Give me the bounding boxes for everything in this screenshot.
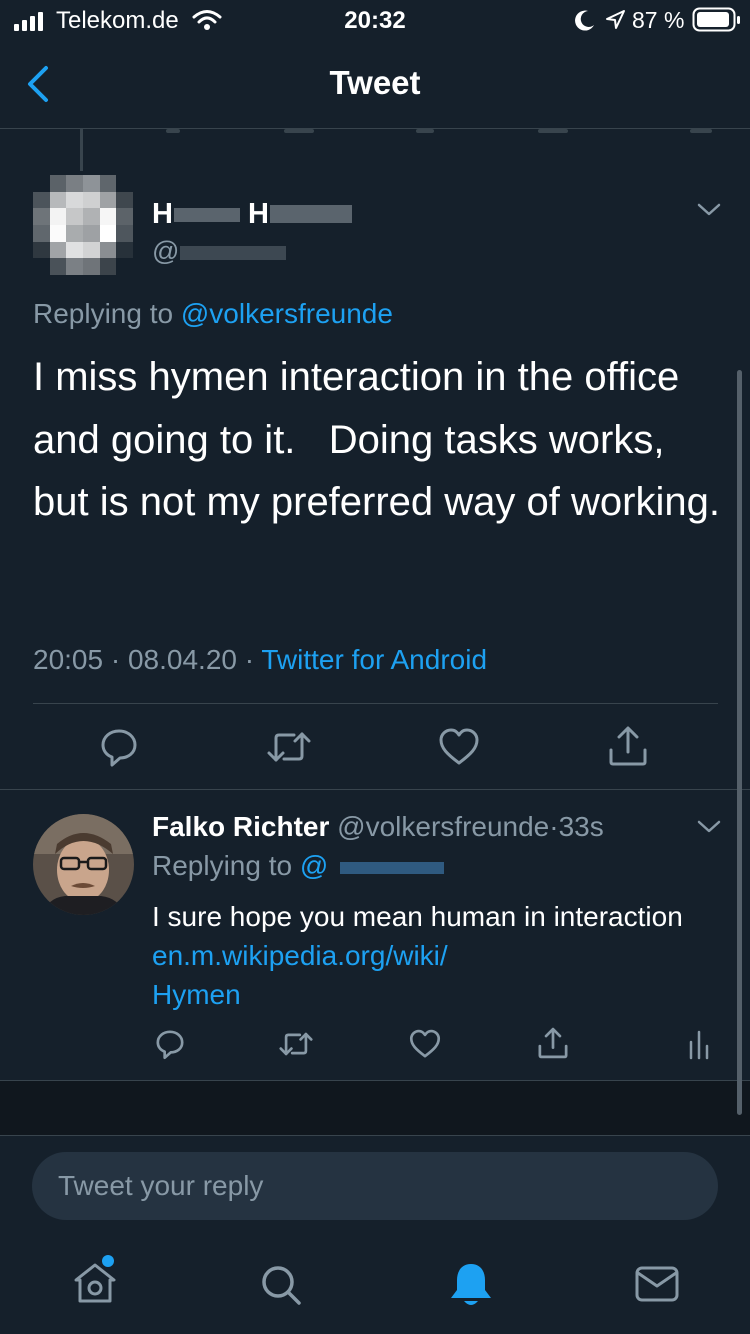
reply-header: Falko Richter @volkersfreunde·33s — [152, 811, 604, 843]
nav-divider — [0, 128, 750, 129]
meta-separator: · — [110, 644, 121, 675]
tweet-text: I miss hymen interaction in the office a… — [33, 355, 720, 524]
redacted-reply-handle — [340, 862, 444, 874]
author-name-initial-1[interactable]: H — [152, 198, 173, 231]
reply-link-1[interactable]: en.m.wikipedia.org/wiki/ — [152, 940, 448, 971]
analytics-icon[interactable] — [688, 1030, 712, 1060]
home-icon[interactable] — [70, 1258, 120, 1308]
tweet-meta: 20:05 · 08.04.20 · Twitter for Android — [33, 644, 487, 676]
search-icon[interactable] — [258, 1262, 304, 1308]
reply-action-like-icon[interactable] — [408, 1028, 442, 1060]
redacted-handle — [180, 246, 286, 260]
reply-author-handle[interactable]: @volkersfreunde — [337, 811, 549, 842]
tweet-date: 08.04.20 — [127, 644, 237, 675]
reply-action-retweet-icon[interactable] — [278, 1028, 314, 1060]
status-bar: Telekom.de 20:32 87 % — [0, 0, 750, 42]
replying-to-label: Replying to — [33, 298, 174, 329]
reply-body: I sure hope you mean human in interactio… — [152, 901, 683, 932]
tweet-client-link[interactable]: Twitter for Android — [261, 644, 487, 675]
author-handle-prefix[interactable]: @ — [152, 236, 179, 267]
replying-to: Replying to @volkersfreunde — [33, 298, 393, 330]
retweet-icon[interactable] — [266, 726, 312, 768]
page-title: Tweet — [329, 64, 421, 101]
home-notification-dot — [102, 1255, 114, 1267]
share-icon[interactable] — [606, 724, 650, 768]
chevron-down-icon[interactable] — [696, 200, 722, 220]
messages-icon[interactable] — [634, 1264, 680, 1304]
list-end-spacer — [0, 1081, 750, 1135]
battery-percent: 87 % — [632, 7, 685, 33]
composer-divider — [0, 1135, 750, 1136]
reply-avatar[interactable] — [33, 814, 134, 915]
meta-separator-2: · — [244, 644, 255, 675]
reply-replying-label: Replying to — [152, 850, 293, 881]
location-arrow-icon — [606, 10, 625, 29]
reply-replying-link[interactable]: @ — [300, 850, 328, 881]
scrollbar[interactable] — [737, 370, 742, 1115]
reply-separator: · — [549, 811, 559, 842]
replying-to-link[interactable]: @volkersfreunde — [181, 298, 393, 329]
reply-age: 33s — [558, 811, 604, 842]
tweet-divider — [0, 789, 750, 790]
reply-text: I sure hope you mean human in interactio… — [152, 897, 712, 1014]
like-icon[interactable] — [437, 726, 481, 768]
reply-author-name[interactable]: Falko Richter — [152, 811, 329, 842]
reply-link-2[interactable]: Hymen — [152, 979, 241, 1010]
thread-line — [80, 129, 83, 171]
reply-action-share-icon[interactable] — [536, 1026, 570, 1060]
reply-replying-to: Replying to @ — [152, 850, 328, 882]
author-name-initial-2[interactable]: H — [248, 198, 269, 231]
battery-icon — [692, 7, 740, 32]
reply-composer[interactable]: Tweet your reply — [32, 1152, 718, 1220]
prev-share-icon[interactable] — [538, 129, 568, 133]
reply-action-reply-icon[interactable] — [154, 1028, 186, 1060]
reply-chevron-down-icon[interactable] — [696, 817, 722, 837]
redacted-name-1 — [174, 208, 240, 222]
avatar[interactable] — [33, 175, 133, 275]
meta-divider — [33, 703, 718, 704]
prev-reply-icon[interactable] — [166, 129, 180, 133]
tweet-time: 20:05 — [33, 644, 104, 675]
redacted-name-2 — [270, 205, 352, 223]
prev-analytics-icon[interactable] — [690, 129, 712, 133]
prev-like-icon[interactable] — [416, 129, 434, 133]
reply-icon[interactable] — [98, 726, 140, 768]
moon-icon — [575, 10, 594, 31]
notifications-icon[interactable] — [448, 1260, 494, 1310]
prev-retweet-icon[interactable] — [284, 129, 314, 133]
reply-composer-placeholder: Tweet your reply — [58, 1170, 264, 1201]
